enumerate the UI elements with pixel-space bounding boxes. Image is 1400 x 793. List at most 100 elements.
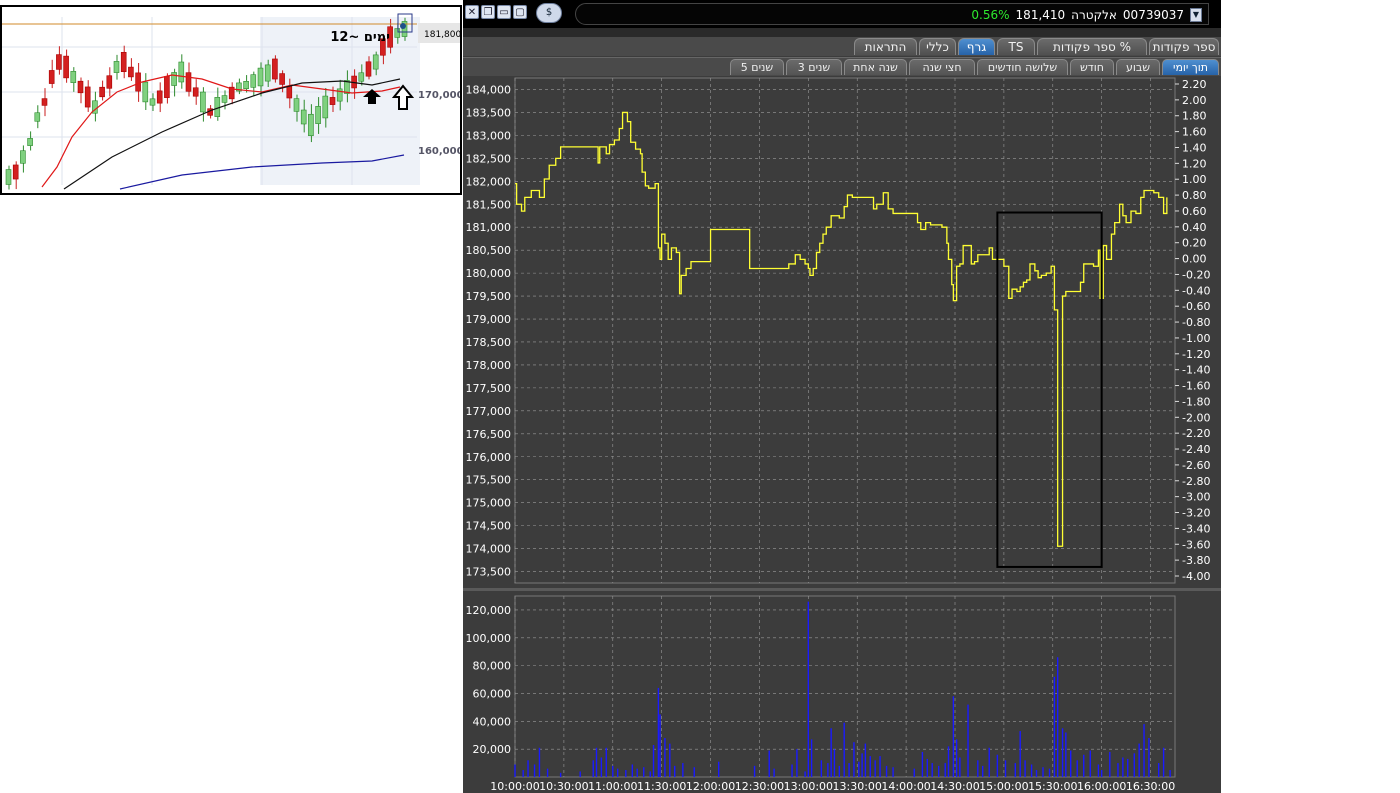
price-tick-label: 183,500 <box>466 106 512 119</box>
candle-body <box>135 72 141 92</box>
volume-tick-label: 40,000 <box>473 715 512 728</box>
daily-chart-svg: 12~ ימים 181,800 170,000 160,000 <box>2 7 460 193</box>
candle-body <box>286 85 293 99</box>
candle-body <box>12 164 19 180</box>
price-tick-label: 179,000 <box>466 313 512 326</box>
volume-tick-label: 20,000 <box>473 743 512 756</box>
price-tick-label: 180,000 <box>466 267 512 280</box>
percent-tick-label: -0.80 <box>1182 316 1210 329</box>
time-tick-label: 16:30:00 <box>1126 780 1175 793</box>
percent-tick-label: -2.60 <box>1182 459 1210 472</box>
percent-tick-label: 0.20 <box>1182 237 1207 250</box>
candle-body <box>185 72 192 92</box>
candle-body <box>77 80 84 94</box>
candle-body <box>315 106 321 124</box>
candle-body <box>63 55 69 79</box>
percent-tick-label: 1.40 <box>1182 141 1207 154</box>
intraday-chart: 184,000 183,500 183,000 182,500 182,000 181,5… <box>466 77 1210 793</box>
price-tick-label: 174,000 <box>466 543 512 556</box>
price-tick-label: 181,500 <box>466 198 512 211</box>
price-tick-label: 178,500 <box>466 336 512 349</box>
volume-tick-label: 120,000 <box>466 604 512 617</box>
candle-body <box>250 74 257 88</box>
candle-body <box>372 54 379 70</box>
percent-tick-label: -1.80 <box>1182 395 1210 408</box>
inset-ylabel-170k: 170,000 <box>418 90 460 101</box>
price-tick-label: 177,500 <box>466 382 512 395</box>
candle-body <box>200 91 206 113</box>
price-tick-label: 176,500 <box>466 428 512 441</box>
candle-body <box>264 64 271 82</box>
time-tick-label: 10:30:00 <box>539 780 588 793</box>
price-tick-label: 182,500 <box>466 152 512 165</box>
volume-plot-area <box>514 595 1176 778</box>
candle-body <box>113 61 120 73</box>
price-axis-labels: 184,000 183,500 183,000 182,500 182,000 181,5… <box>466 83 512 578</box>
percent-tick-label: -3.00 <box>1182 491 1210 504</box>
candle-body <box>48 70 55 84</box>
candle-body <box>164 76 170 98</box>
candle-body <box>308 113 314 137</box>
price-tick-label: 175,500 <box>466 474 512 487</box>
time-tick-label: 10:00:00 <box>490 780 539 793</box>
percent-tick-label: -3.40 <box>1182 522 1210 535</box>
percent-tick-label: 1.20 <box>1182 157 1207 170</box>
candle-body <box>20 150 26 164</box>
pane-separator <box>463 588 1221 591</box>
candle-body <box>293 98 300 112</box>
volume-tick-label: 80,000 <box>473 660 512 673</box>
percent-tick-label: 0.40 <box>1182 221 1207 234</box>
candle-body <box>27 138 33 146</box>
candle-body <box>171 72 177 86</box>
inset-ylabel-160k: 160,000 <box>418 146 460 157</box>
candle-body <box>365 61 372 77</box>
price-tick-label: 183,000 <box>466 129 512 142</box>
candle-body <box>329 97 336 105</box>
percent-tick-label: -2.20 <box>1182 427 1210 440</box>
time-tick-label: 13:30:00 <box>833 780 882 793</box>
candle-body <box>56 54 62 70</box>
candle-body <box>322 95 329 119</box>
candle-body <box>99 86 105 98</box>
candle-body <box>272 58 278 80</box>
percent-tick-label: -2.80 <box>1182 475 1210 488</box>
candle-body <box>41 98 48 106</box>
price-tick-label: 182,000 <box>466 175 512 188</box>
percent-tick-label: 1.80 <box>1182 110 1207 123</box>
percent-tick-label: -2.00 <box>1182 411 1210 424</box>
stock-window: ✕ ❐ ▭ ▢ $ 0.56% 181,410 אלקטרה 00739037 … <box>463 0 1221 793</box>
time-tick-label: 13:00:00 <box>784 780 833 793</box>
time-tick-label: 16:00:00 <box>1077 780 1126 793</box>
price-tick-label: 181,000 <box>466 221 512 234</box>
daily-chart-inset: 12~ ימים 181,800 170,000 160,000 <box>0 5 462 195</box>
percent-tick-label: -3.20 <box>1182 507 1210 520</box>
candle-body <box>192 87 199 97</box>
candle-body <box>142 81 149 103</box>
price-tick-label: 184,000 <box>466 83 512 96</box>
percent-tick-label: -1.00 <box>1182 332 1210 345</box>
percent-tick-label: -0.20 <box>1182 268 1210 281</box>
time-tick-label: 12:00:00 <box>686 780 735 793</box>
last-price-dot <box>400 23 406 29</box>
candle-body <box>243 81 249 89</box>
percent-tick-label: 0.80 <box>1182 189 1207 202</box>
candle-body <box>128 66 134 78</box>
price-plot-area <box>514 77 1176 584</box>
time-tick-label: 11:30:00 <box>637 780 686 793</box>
candle-body <box>279 73 285 85</box>
price-tick-label: 179,500 <box>466 290 512 303</box>
percent-tick-label: -3.80 <box>1182 554 1210 567</box>
percent-tick-label: -0.40 <box>1182 284 1210 297</box>
price-tag: 181,800 <box>424 30 460 40</box>
candle-body <box>5 169 12 185</box>
time-axis-labels: 10:00:00 10:30:00 11:00:00 11:30:00 12:00:00… <box>490 780 1175 793</box>
candle-body <box>106 75 113 89</box>
percent-tick-label: 1.00 <box>1182 173 1207 186</box>
candle-body <box>221 95 228 103</box>
price-tick-label: 178,000 <box>466 359 512 372</box>
percent-tick-label: 0.60 <box>1182 205 1207 218</box>
candle-body <box>156 90 163 104</box>
price-tick-label: 177,000 <box>466 405 512 418</box>
percent-tick-label: 1.60 <box>1182 126 1207 139</box>
price-tick-label: 180,500 <box>466 244 512 257</box>
